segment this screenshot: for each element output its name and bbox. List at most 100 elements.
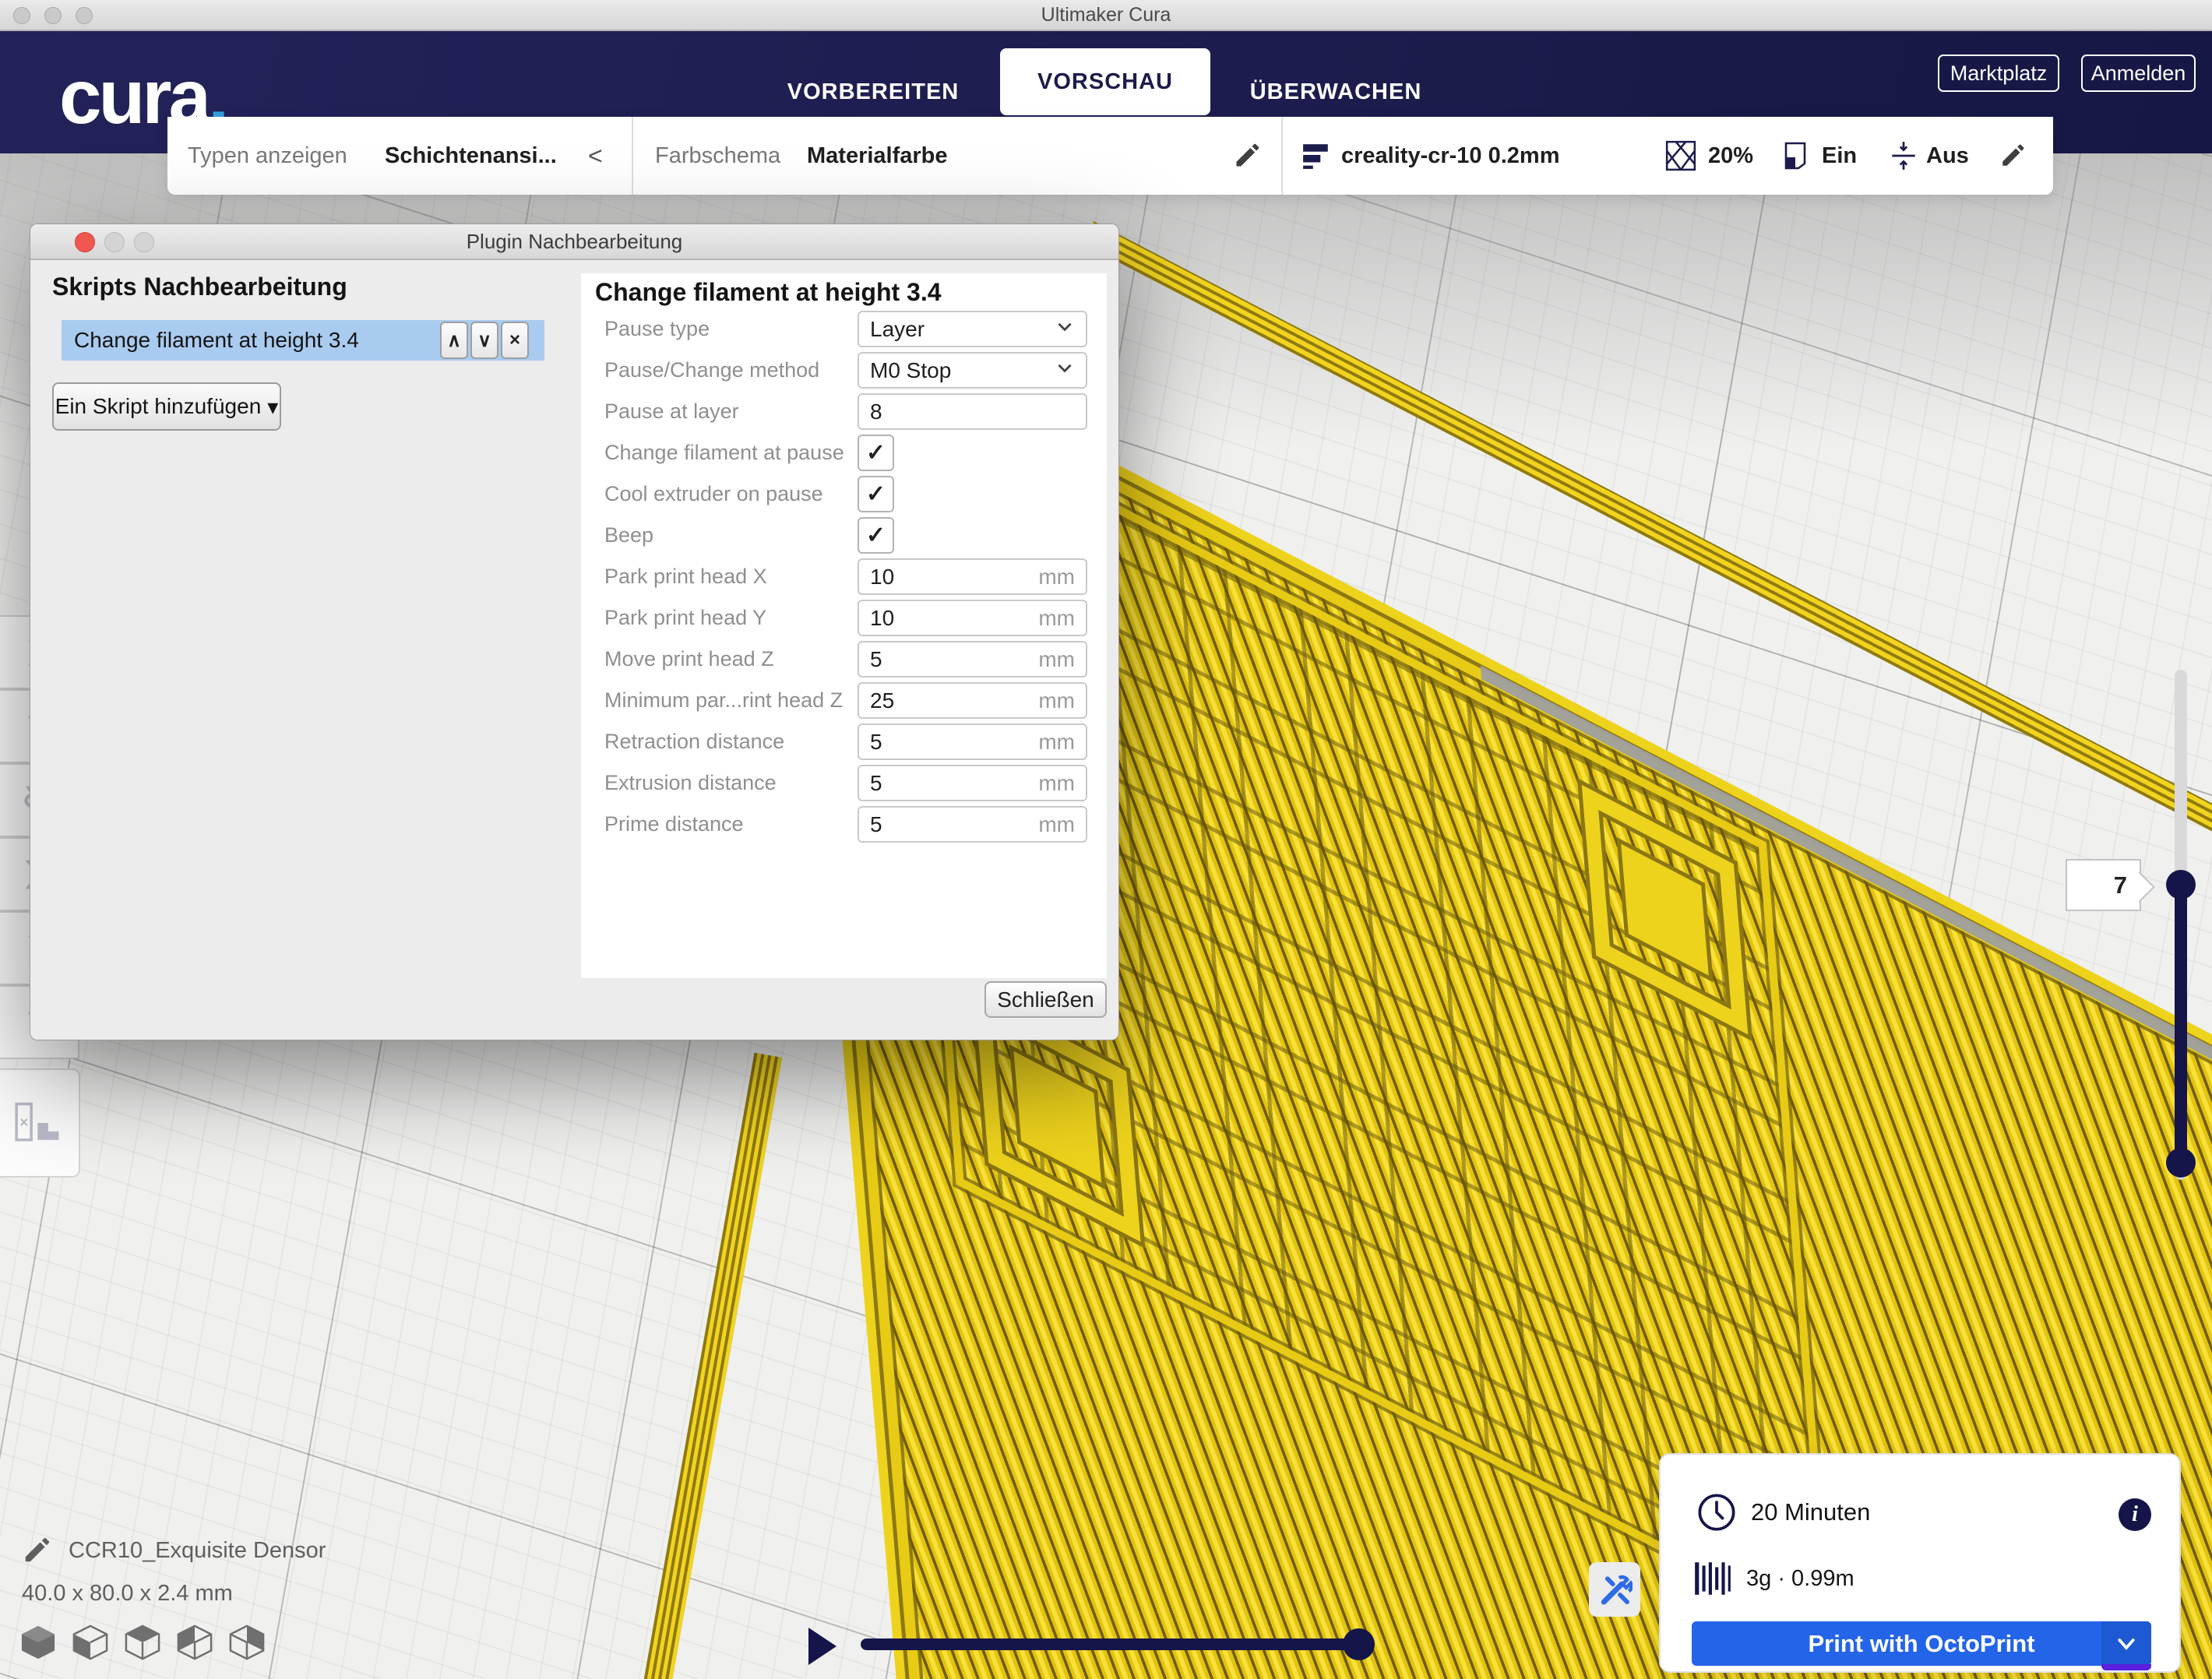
qr-finder-square — [1582, 785, 1749, 1035]
field-label: Move print head Z — [604, 647, 774, 671]
view-left-button[interactable] — [175, 1624, 214, 1660]
tool-custom-supports-button[interactable]: × — [0, 1068, 80, 1177]
chevron-down-icon — [1055, 357, 1075, 378]
play-button[interactable] — [808, 1628, 837, 1665]
field-label: Prime distance — [604, 812, 744, 836]
infill-value: 20% — [1708, 117, 1753, 195]
divider — [632, 117, 633, 195]
min-park-z-input[interactable]: 25mm — [858, 682, 1087, 719]
pause-type-select[interactable]: Layer — [858, 311, 1087, 347]
model-name-row: CCR10_Exquisite Densor — [22, 1536, 326, 1565]
field-label: Pause at layer — [604, 400, 739, 424]
unit-label: mm — [1038, 812, 1075, 837]
svg-text:×: × — [19, 1114, 28, 1131]
divider — [1281, 117, 1283, 195]
field-label: Pause/Change method — [604, 358, 819, 382]
dialog-titlebar: Plugin Nachbearbeitung — [30, 224, 1118, 260]
stairs-x-icon: × — [10, 1100, 69, 1146]
layer-slider-lower-handle[interactable] — [2166, 1148, 2196, 1177]
field-label: Park print head X — [604, 565, 767, 589]
field-move-z: Move print head Z 5mm — [581, 641, 1107, 678]
printer-layers-icon — [1301, 117, 1331, 195]
prime-distance-input[interactable]: 5mm — [858, 806, 1087, 843]
stage-menu: Typen anzeigen Schichtenansi... < Farbsc… — [167, 117, 2053, 195]
filament-icon — [1693, 1558, 1732, 1600]
material-usage: 3g · 0.99m — [1746, 1566, 1854, 1592]
layer-slider-upper-handle[interactable] — [2166, 870, 2196, 899]
pause-method-select[interactable]: M0 Stop — [858, 352, 1087, 389]
color-scheme-dropdown[interactable]: Materialfarbe — [807, 117, 948, 195]
collapse-chevron-icon[interactable]: < — [588, 117, 603, 195]
chevron-down-icon — [1055, 316, 1075, 336]
rename-pencil-icon[interactable] — [22, 1536, 51, 1565]
field-pause-at-layer: Pause at layer 8 — [581, 393, 1107, 430]
timeline-handle[interactable] — [1343, 1628, 1375, 1660]
field-park-x: Park print head X 10mm — [581, 558, 1107, 595]
model-dimensions: 40.0 x 80.0 x 2.4 mm — [22, 1581, 233, 1607]
field-label: Change filament at pause — [604, 441, 844, 465]
post-processing-dialog: Plugin Nachbearbeitung Skripts Nachbearb… — [30, 224, 1119, 1040]
check-icon: ✓ — [866, 522, 886, 549]
edit-pencil-icon[interactable] — [1233, 117, 1261, 195]
view-3d-button[interactable] — [19, 1624, 58, 1660]
view-type-label: Typen anzeigen — [188, 117, 347, 195]
field-retraction: Retraction distance 5mm — [581, 723, 1107, 760]
field-extrusion: Extrusion distance 5mm — [581, 765, 1107, 801]
park-y-input[interactable]: 10mm — [858, 600, 1087, 636]
settings-heading: Change filament at height 3.4 — [595, 278, 942, 307]
timeline-slider[interactable] — [861, 1639, 1359, 1650]
signin-button[interactable]: Anmelden — [2081, 55, 2196, 92]
script-move-down-button[interactable]: ∨ — [470, 322, 498, 359]
change-filament-checkbox[interactable]: ✓ — [858, 435, 894, 471]
chevron-down-icon — [2115, 1632, 2138, 1656]
script-name: Change filament at height 3.4 — [74, 328, 359, 353]
info-icon[interactable]: i — [2119, 1498, 2151, 1531]
print-with-octoprint-button[interactable]: Print with OctoPrint — [1692, 1621, 2151, 1666]
script-remove-button[interactable]: × — [501, 322, 529, 359]
field-label: Retraction distance — [604, 730, 784, 754]
field-min-z: Minimum par...rint head Z 25mm — [581, 682, 1107, 719]
view-type-dropdown[interactable]: Schichtenansi... — [385, 117, 557, 195]
view-right-button[interactable] — [227, 1624, 266, 1660]
current-layer-flag: 7 — [2066, 859, 2141, 911]
support-icon — [1780, 117, 1811, 195]
marketplace-button[interactable]: Marktplatz — [1938, 55, 2059, 92]
window-title: Ultimaker Cura — [0, 4, 2212, 26]
unit-label: mm — [1038, 647, 1075, 672]
dialog-title: Plugin Nachbearbeitung — [30, 230, 1118, 254]
camera-view-buttons — [19, 1624, 266, 1660]
close-dialog-button[interactable]: Schließen — [984, 981, 1107, 1018]
park-x-input[interactable]: 10mm — [858, 558, 1087, 595]
adhesion-value: Aus — [1926, 117, 1969, 195]
printer-config[interactable]: creality-cr-10 0.2mm — [1341, 117, 1560, 195]
check-icon: ✓ — [866, 439, 886, 466]
field-change-filament: Change filament at pause ✓ — [581, 435, 1107, 471]
adhesion-icon — [1887, 117, 1920, 195]
retraction-distance-input[interactable]: 5mm — [858, 723, 1087, 760]
field-pause-method: Pause/Change method M0 Stop — [581, 352, 1107, 389]
tab-vorschau[interactable]: VORSCHAU — [1000, 48, 1210, 115]
field-beep: Beep ✓ — [581, 517, 1107, 554]
field-label: Extrusion distance — [604, 771, 777, 795]
cool-extruder-checkbox[interactable]: ✓ — [858, 476, 894, 512]
add-script-label: Ein Skript hinzufügen — [55, 394, 262, 419]
layer-slider-range[interactable] — [2175, 885, 2187, 1163]
extrusion-distance-input[interactable]: 5mm — [858, 765, 1087, 801]
octoprint-settings-button[interactable] — [1589, 1562, 1640, 1617]
print-options-caret-button[interactable] — [2101, 1621, 2151, 1666]
beep-checkbox[interactable]: ✓ — [858, 517, 894, 554]
infill-icon — [1664, 117, 1697, 195]
add-script-dropdown-button[interactable]: Ein Skript hinzufügen ▾ — [52, 382, 281, 431]
clock-icon — [1696, 1492, 1737, 1533]
script-move-up-button[interactable]: ∧ — [440, 322, 468, 359]
unit-label: mm — [1038, 565, 1075, 590]
move-z-input[interactable]: 5mm — [858, 641, 1087, 678]
field-prime: Prime distance 5mm — [581, 806, 1107, 843]
pause-at-layer-input[interactable]: 8 — [858, 393, 1087, 430]
unit-label: mm — [1038, 771, 1075, 796]
view-top-button[interactable] — [123, 1624, 162, 1660]
tools-icon — [1597, 1572, 1633, 1607]
layer-number: 7 — [2114, 871, 2127, 899]
edit-print-settings-icon[interactable] — [1999, 117, 2026, 195]
view-front-button[interactable] — [71, 1624, 110, 1660]
